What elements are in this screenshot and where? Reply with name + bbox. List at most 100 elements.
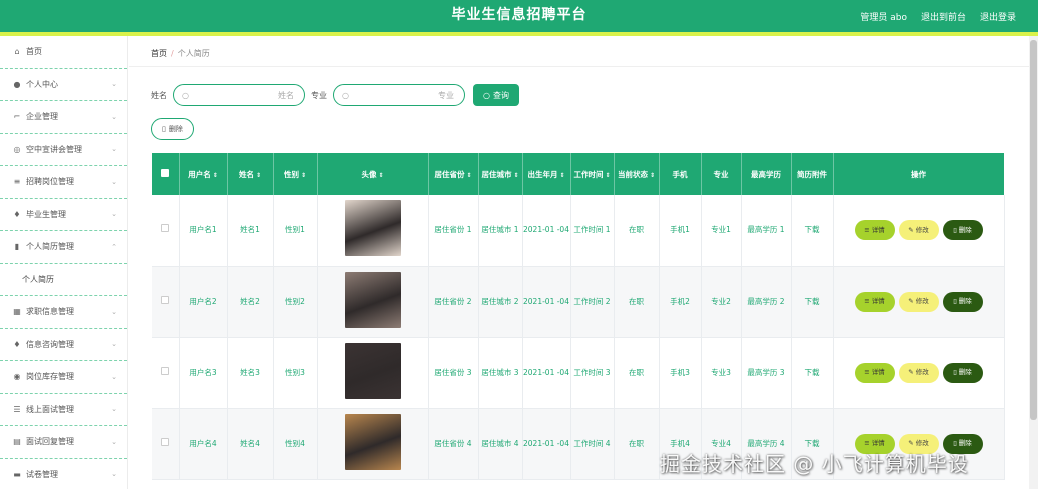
pencil-icon: ✎ (908, 368, 914, 377)
column-header[interactable]: 居住城市 ⇕ (478, 153, 523, 195)
cell-major: 专业3 (701, 337, 742, 409)
cell-gender: 性别4 (273, 408, 318, 480)
sidebar-item-label: 岗位库存管理 (26, 372, 74, 382)
cell-work-time: 工作时间 2 (570, 266, 615, 338)
cell-city: 居住城市 1 (478, 195, 523, 267)
logout-link[interactable]: 退出登录 (980, 10, 1016, 23)
back-to-frontend-link[interactable]: 退出到前台 (921, 10, 966, 23)
column-header[interactable]: 出生年月 ⇕ (522, 153, 571, 195)
breadcrumb-current: 个人简历 (177, 49, 210, 58)
cell-attachment[interactable]: 下载 (791, 337, 834, 409)
list-icon: ☰ (13, 404, 21, 414)
avatar (344, 271, 401, 328)
select-all-checkbox[interactable] (161, 169, 170, 177)
column-header[interactable]: 用户名 ⇕ (179, 153, 228, 195)
row-checkbox[interactable] (161, 295, 170, 304)
cell-birth: 2021-01 -04 (522, 266, 571, 338)
cell-name: 姓名2 (227, 266, 274, 338)
column-header[interactable]: 简历附件 (791, 153, 834, 195)
sidebar-item-7[interactable]: 个人简历 (0, 264, 127, 296)
column-header-label: 最高学历 (751, 169, 781, 179)
sidebar-item-10[interactable]: ◉ 岗位库存管理 ⌄ (0, 361, 127, 394)
actions-cell: ≡ 详情 ✎ 修改 ▯ 删除 (833, 337, 1005, 409)
delete-button[interactable]: ▯ 删除 (942, 220, 983, 241)
panel-icon: ▤ (13, 437, 21, 447)
edit-button[interactable]: ✎ 修改 (898, 291, 939, 312)
sort-icon[interactable]: ⇕ (650, 172, 655, 179)
chevron-down-icon: ⌄ (111, 372, 117, 381)
column-header[interactable]: 头像 ⇕ (317, 153, 429, 195)
name-search-input[interactable]: ○ 姓名 (173, 84, 305, 106)
row-actions: ≡ 详情 ✎ 修改 ▯ 删除 (834, 362, 1004, 383)
column-header-label: 当前状态 (617, 169, 648, 179)
cell-city: 居住城市 3 (478, 337, 523, 409)
search-button[interactable]: ○ 查询 (473, 84, 519, 106)
sort-icon[interactable]: ⇕ (256, 172, 261, 179)
select-all-header[interactable] (152, 153, 180, 195)
row-checkbox[interactable] (161, 224, 170, 233)
detail-button-label: 详情 (871, 297, 885, 306)
sort-icon[interactable]: ⇕ (301, 172, 306, 179)
major-placeholder: 专业 (438, 90, 454, 100)
cell-attachment[interactable]: 下载 (791, 266, 834, 338)
column-header[interactable]: 居住省份 ⇕ (428, 153, 479, 195)
batch-delete-button[interactable]: ▯ 删除 (151, 118, 194, 140)
edit-button[interactable]: ✎ 修改 (898, 220, 939, 241)
delete-button[interactable]: ▯ 删除 (942, 362, 983, 383)
sidebar-item-11[interactable]: ☰ 线上面试管理 ⌄ (0, 394, 127, 426)
detail-button[interactable]: ≡ 详情 (854, 362, 895, 383)
cell-work-time: 工作时间 4 (570, 408, 615, 480)
sort-icon[interactable]: ⇕ (605, 172, 610, 179)
sidebar-item-4[interactable]: ≡ 招聘岗位管理 ⌄ (0, 166, 127, 199)
trash-icon: ▯ (953, 297, 957, 306)
chevron-down-icon: ⌄ (111, 80, 117, 89)
column-header[interactable]: 最高学历 (741, 153, 792, 195)
column-header[interactable]: 专业 (701, 153, 742, 195)
column-header[interactable]: 当前状态 ⇕ (614, 153, 660, 195)
edit-button[interactable]: ✎ 修改 (898, 362, 939, 383)
sidebar-item-13[interactable]: ▬ 试卷管理 ⌄ (0, 459, 127, 489)
chevron-up-icon: ⌃ (111, 242, 117, 251)
chevron-down-icon: ⌄ (111, 340, 117, 349)
sort-icon[interactable]: ⇕ (559, 172, 564, 179)
sort-icon[interactable]: ⇕ (378, 172, 383, 179)
sidebar-item-1[interactable]: ● 个人中心 ⌄ (0, 69, 127, 101)
column-header[interactable]: 操作 (833, 153, 1005, 195)
sort-icon[interactable]: ⇕ (466, 172, 471, 179)
sort-icon[interactable]: ⇕ (213, 172, 218, 179)
admin-user-label[interactable]: 管理员 abo (860, 10, 907, 23)
sidebar-item-2[interactable]: ⌐ 企业管理 ⌄ (0, 101, 127, 134)
delete-button-label: 删除 (958, 226, 972, 235)
main-scrollbar[interactable] (1029, 36, 1038, 489)
breadcrumb-home[interactable]: 首页 (151, 49, 167, 58)
sort-icon[interactable]: ⇕ (513, 172, 518, 179)
column-header[interactable]: 性别 ⇕ (273, 153, 318, 195)
cell-province: 居住省份 1 (428, 195, 479, 267)
sidebar-item-12[interactable]: ▤ 面试回复管理 ⌄ (0, 426, 127, 459)
sidebar-item-3[interactable]: ◎ 空中宣讲会管理 ⌄ (0, 134, 127, 166)
sidebar-item-5[interactable]: ♦ 毕业生管理 ⌄ (0, 199, 127, 231)
breadcrumb: 首页 / 个人简历 (151, 48, 210, 59)
row-checkbox[interactable] (161, 437, 170, 446)
detail-button[interactable]: ≡ 详情 (854, 220, 895, 241)
major-search-input[interactable]: ○ 专业 (333, 84, 465, 106)
table-row: 用户名2 姓名2 性别2 居住省份 2 居住城市 2 2021-01 -04 工作时间 2在… (152, 266, 1005, 338)
sidebar-item-8[interactable]: ▦ 求职信息管理 ⌄ (0, 296, 127, 329)
row-checkbox[interactable] (161, 366, 170, 375)
actions-cell: ≡ 详情 ✎ 修改 ▯ 删除 (833, 195, 1005, 267)
sidebar-item-9[interactable]: ♦ 信息咨询管理 ⌄ (0, 329, 127, 361)
delete-button[interactable]: ▯ 删除 (942, 291, 983, 312)
search-icon: ○ (182, 90, 189, 100)
cell-attachment[interactable]: 下载 (791, 195, 834, 267)
crop-icon: ⌐ (13, 112, 21, 122)
scrollbar-thumb[interactable] (1030, 40, 1037, 420)
breadcrumb-divider (129, 66, 1029, 67)
cell-phone: 手机1 (659, 195, 702, 267)
cell-education: 最高学历 2 (741, 266, 792, 338)
column-header[interactable]: 手机 (659, 153, 702, 195)
column-header[interactable]: 工作时间 ⇕ (570, 153, 615, 195)
sidebar-item-6[interactable]: ▮ 个人简历管理 ⌃ (0, 231, 127, 264)
column-header[interactable]: 姓名 ⇕ (227, 153, 274, 195)
detail-button[interactable]: ≡ 详情 (854, 291, 895, 312)
sidebar-item-0[interactable]: ⌂ 首页 (0, 36, 127, 69)
